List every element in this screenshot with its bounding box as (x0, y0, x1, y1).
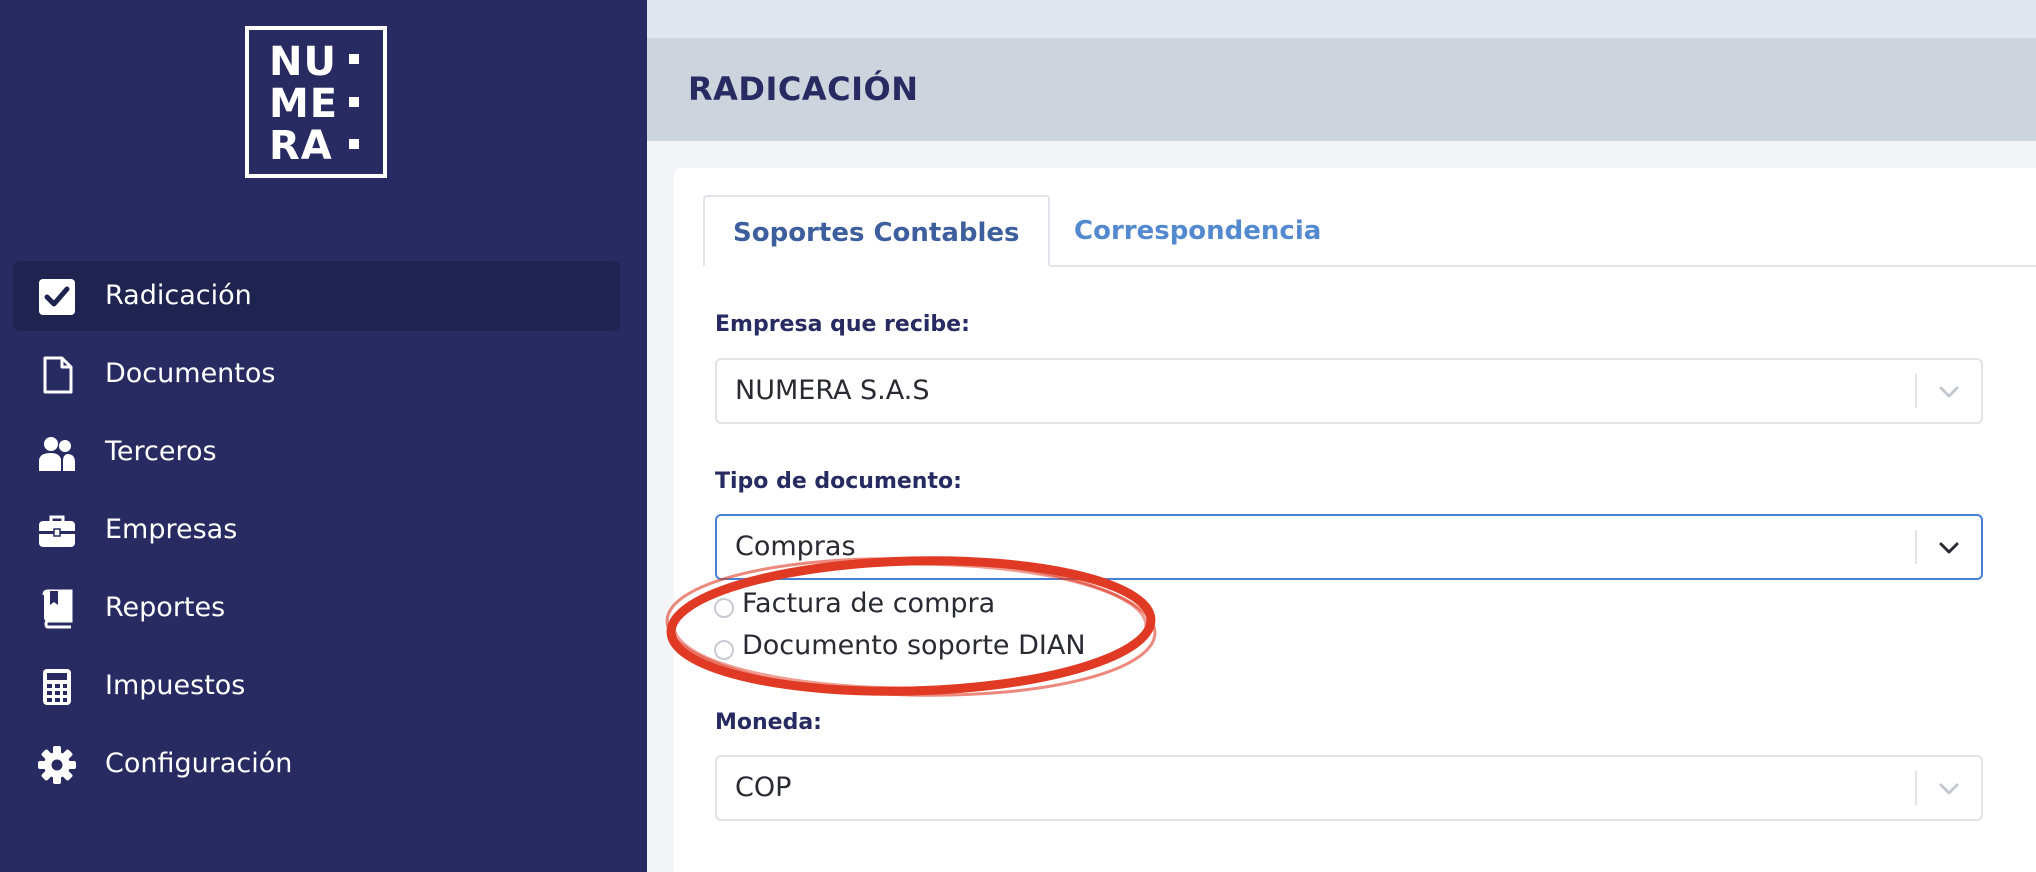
page-title: RADICACIÓN (688, 70, 919, 108)
page-header: RADICACIÓN (647, 38, 2036, 141)
sidebar-item-radicacion[interactable]: Radicación (13, 261, 620, 331)
sidebar-item-configuracion[interactable]: Configuración (13, 729, 620, 799)
sidebar: NU ME RA Radicación Documentos Terceros (0, 0, 647, 872)
sidebar-item-label: Terceros (105, 436, 217, 467)
sidebar-item-label: Documentos (105, 358, 276, 389)
briefcase-icon (37, 511, 77, 551)
radio-label[interactable]: Factura de compra (742, 586, 995, 622)
radio-button[interactable] (714, 640, 734, 660)
logo-dot-1 (349, 54, 359, 64)
gear-icon (37, 745, 77, 785)
sidebar-item-reportes[interactable]: Reportes (13, 573, 620, 643)
radio-label[interactable]: Documento soporte DIAN (742, 628, 1086, 664)
book-icon (37, 589, 77, 629)
tab-correspondencia[interactable]: Correspondencia (1046, 195, 1349, 267)
logo-line-2: ME (269, 81, 339, 127)
check-square-icon (37, 277, 77, 317)
numera-logo[interactable]: NU ME RA (245, 26, 387, 178)
users-icon (37, 433, 77, 473)
sidebar-item-label: Impuestos (105, 670, 246, 701)
sidebar-item-empresas[interactable]: Empresas (13, 495, 620, 565)
top-strip (647, 0, 2036, 38)
sidebar-item-impuestos[interactable]: Impuestos (13, 651, 620, 721)
chevron-down-icon[interactable] (1935, 775, 1963, 803)
tipo-documento-label: Tipo de documento: (715, 469, 962, 494)
select-separator (1915, 530, 1917, 564)
empresa-label: Empresa que recibe: (715, 312, 970, 337)
select-separator (1915, 771, 1917, 805)
moneda-select-value: COP (735, 772, 792, 803)
radio-button[interactable] (714, 598, 734, 618)
tipo-documento-select-value: Compras (735, 531, 856, 562)
empresa-select-value: NUMERA S.A.S (735, 375, 930, 406)
tipo-documento-select[interactable]: Compras (715, 514, 1983, 580)
logo-line-3: RA (269, 123, 333, 169)
logo-dot-2 (349, 97, 359, 107)
sidebar-item-label: Reportes (105, 592, 226, 623)
calculator-icon (37, 667, 77, 707)
file-icon (37, 355, 77, 395)
logo-line-1: NU (269, 39, 337, 85)
tab-soportes-contables[interactable]: Soportes Contables (703, 195, 1050, 267)
moneda-label: Moneda: (715, 710, 822, 735)
moneda-select[interactable]: COP (715, 755, 1983, 821)
sidebar-item-label: Radicación (105, 280, 252, 311)
empresa-select[interactable]: NUMERA S.A.S (715, 358, 1983, 424)
logo-dot-3 (349, 139, 359, 149)
sidebar-item-label: Empresas (105, 514, 238, 545)
chevron-down-icon[interactable] (1935, 378, 1963, 406)
select-separator (1915, 374, 1917, 408)
sidebar-item-terceros[interactable]: Terceros (13, 417, 620, 487)
radicacion-card: Soportes Contables Correspondencia Empre… (674, 168, 2036, 872)
sidebar-item-documentos[interactable]: Documentos (13, 339, 620, 409)
sidebar-item-label: Configuración (105, 748, 293, 779)
chevron-down-icon[interactable] (1935, 534, 1963, 562)
sidebar-nav: Radicación Documentos Terceros Empresas … (13, 261, 620, 807)
